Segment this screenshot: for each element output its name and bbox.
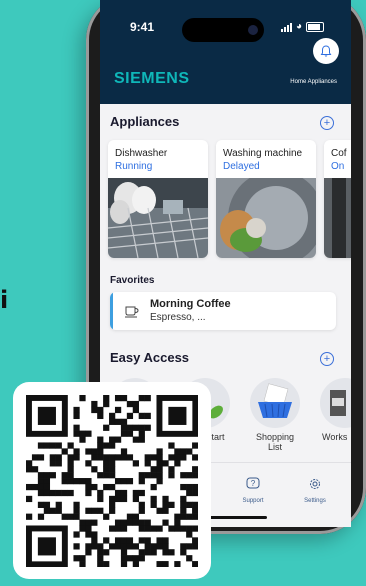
add-easy-access-button[interactable]: + (320, 352, 334, 366)
add-appliance-button[interactable]: + (320, 116, 334, 130)
battery-icon (306, 22, 325, 32)
header-subtitle: Home Appliances (290, 79, 337, 85)
appliance-card-dishwasher[interactable]: Dishwasher Running (108, 140, 208, 258)
svg-text:?: ? (251, 479, 256, 488)
dynamic-island (182, 18, 264, 42)
nav-support-label: Support (242, 498, 264, 504)
bell-icon (320, 45, 332, 57)
appliance-name: Dishwasher (115, 148, 168, 159)
appliance-status: On (331, 161, 345, 172)
nav-support[interactable]: ? Support (228, 477, 278, 504)
signal-icon (281, 22, 292, 32)
appliance-status: Delayed (223, 161, 260, 172)
coffee-cup-icon (125, 306, 139, 318)
favorite-subtitle: Espresso, ... (150, 312, 206, 323)
brand-logo: SIEMENS (114, 70, 190, 87)
app-header: 9:41 ◕ SIEMENS Home Appliances (100, 0, 351, 104)
easy-access-label-works: Works (322, 432, 348, 442)
appliance-name: Cof (331, 148, 347, 159)
plus-icon: + (323, 353, 331, 365)
appliances-title: Appliances (110, 114, 180, 129)
appliance-card-coffee[interactable]: Cof On (324, 140, 351, 258)
wifi-icon: ◕ (296, 21, 303, 32)
status-time: 9:41 (130, 20, 155, 34)
favorite-title: Morning Coffee (150, 298, 231, 310)
favorite-item-morning-coffee[interactable]: Morning Coffee Espresso, ... (110, 292, 336, 330)
easy-access-works[interactable] (320, 378, 351, 428)
qr-code (26, 395, 198, 567)
favorites-title: Favorites (110, 275, 155, 286)
appliance-status: Running (115, 161, 153, 172)
home-indicator (205, 516, 267, 519)
qr-code-card (13, 382, 211, 579)
plus-icon: + (323, 117, 331, 129)
appliance-name: Washing machine (223, 148, 303, 159)
washing-machine-image (216, 178, 316, 258)
help-icon: ? (246, 477, 260, 489)
easy-access-label-shopping-list: Shopping List (255, 432, 295, 452)
favorite-accent-bar (110, 292, 113, 330)
easy-access-shopping-list[interactable] (250, 378, 300, 428)
dishwasher-image (108, 178, 208, 258)
nav-settings[interactable]: Settings (290, 477, 340, 504)
notifications-button[interactable] (313, 38, 339, 64)
machine-icon (330, 390, 346, 416)
gear-icon (310, 479, 320, 489)
status-icons: ◕ (281, 21, 325, 32)
appliance-card-washing-machine[interactable]: Washing machine Delayed (216, 140, 316, 258)
shopping-basket-icon (258, 383, 292, 418)
coffee-machine-image (324, 178, 351, 258)
camera-icon (248, 25, 258, 35)
nav-settings-label: Settings (304, 498, 326, 504)
easy-access-title: Easy Access (110, 350, 190, 365)
left-edge-text: i (0, 286, 9, 314)
